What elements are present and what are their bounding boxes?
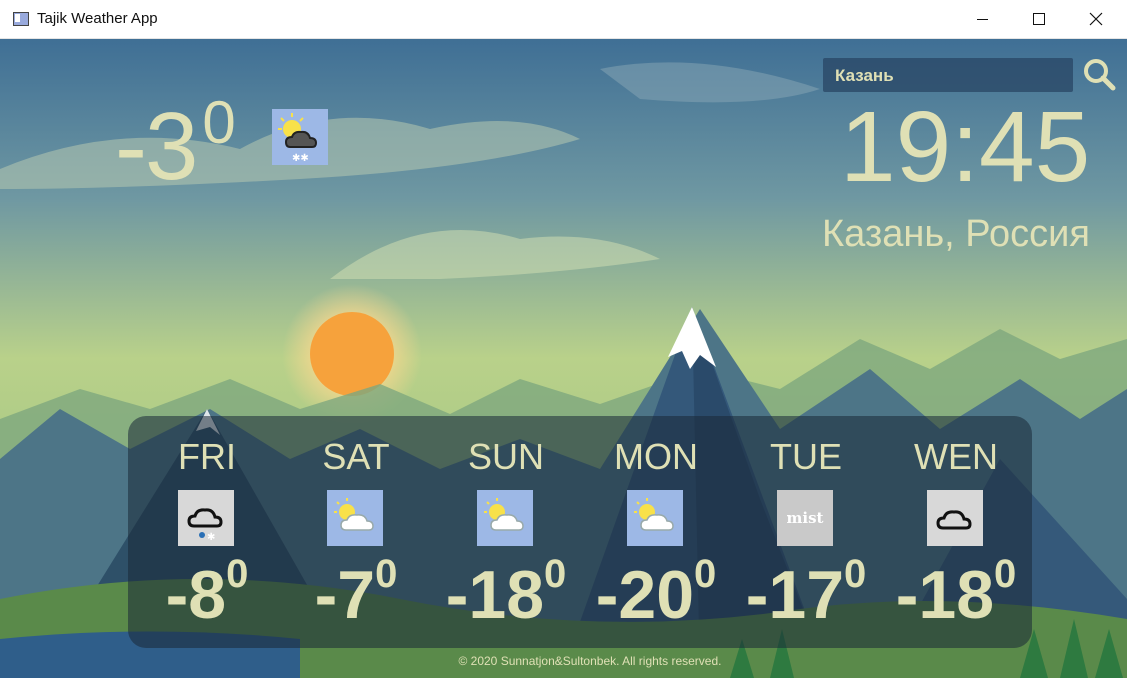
forecast-day: MON -200	[581, 416, 731, 648]
close-button[interactable]	[1073, 0, 1119, 38]
day-name: WEN	[914, 436, 998, 477]
day-temperature: -70	[281, 552, 431, 634]
partly-cloudy-icon	[627, 490, 683, 546]
day-temperature: -200	[581, 552, 731, 634]
window-title: Tajik Weather App	[37, 10, 158, 27]
location-label: Казань, Россия	[822, 213, 1090, 255]
mist-label: mist	[786, 509, 824, 527]
day-temperature: -80	[132, 552, 282, 634]
degree-symbol: 0	[994, 552, 1017, 596]
partly-cloudy-icon	[327, 490, 383, 546]
day-temperature: -180	[881, 552, 1031, 634]
current-time: 19:45	[840, 91, 1091, 203]
forecast-day: TUE mist -170	[731, 416, 881, 648]
day-temperature: -170	[731, 552, 881, 634]
search-box	[823, 58, 1073, 92]
svg-text:✱: ✱	[207, 532, 215, 543]
temp-value: -18	[895, 557, 995, 633]
forecast-panel: FRI ✱ -80 SAT -70 SUN -180 MON -200 TUE …	[128, 416, 1032, 648]
app-window: Tajik Weather App -3 0 ✱✱ Казань 19:45 К…	[0, 0, 1127, 678]
title-bar: Tajik Weather App	[0, 0, 1127, 39]
degree-symbol: 0	[694, 552, 717, 596]
degree-symbol: 0	[544, 552, 567, 596]
forecast-day: FRI ✱ -80	[132, 416, 282, 648]
partly-cloudy-icon	[477, 490, 533, 546]
forecast-day: WEN -180	[881, 416, 1031, 648]
degree-symbol: 0	[226, 552, 249, 596]
forecast-day: SAT -70	[281, 416, 431, 648]
search-button[interactable]	[1081, 56, 1117, 92]
degree-symbol: 0	[375, 552, 398, 596]
app-icon	[13, 12, 29, 26]
day-name: SUN	[467, 436, 544, 477]
day-name: FRI	[178, 436, 236, 477]
temp-value: -17	[745, 557, 845, 633]
close-icon	[1089, 12, 1103, 26]
temp-value: -20	[595, 557, 695, 633]
day-name: TUE	[770, 436, 842, 477]
cloud-sleet-icon: ✱	[178, 490, 234, 546]
temp-value: -18	[445, 557, 545, 633]
cloud-icon	[927, 490, 983, 546]
maximize-button[interactable]	[1016, 0, 1062, 38]
weather-scene: -30 ✱✱ 19:45 Казань, Россия FRI	[0, 39, 1127, 678]
temp-value: -7	[314, 557, 376, 633]
degree-symbol: 0	[844, 552, 867, 596]
mist-icon: mist	[777, 490, 833, 546]
minimize-button[interactable]	[959, 0, 1005, 38]
day-temperature: -180	[431, 552, 581, 634]
forecast-day: SUN -180	[431, 416, 581, 648]
minimize-icon	[976, 18, 988, 20]
copyright-footer: © 2020 Sunnatjon&Sultonbek. All rights r…	[458, 654, 722, 668]
search-icon	[1084, 59, 1116, 91]
degree-symbol: 0	[202, 89, 235, 156]
current-temp-value: -3	[115, 93, 198, 200]
current-temperature: -3 0	[115, 93, 236, 195]
city-search-input[interactable]	[833, 63, 1067, 89]
day-name: SAT	[322, 436, 390, 477]
maximize-icon	[1033, 13, 1045, 25]
day-name: MON	[614, 436, 698, 477]
svg-text:✱✱: ✱✱	[292, 153, 309, 164]
temp-value: -8	[165, 557, 227, 633]
partly-cloudy-snow-icon: ✱✱	[272, 109, 328, 165]
